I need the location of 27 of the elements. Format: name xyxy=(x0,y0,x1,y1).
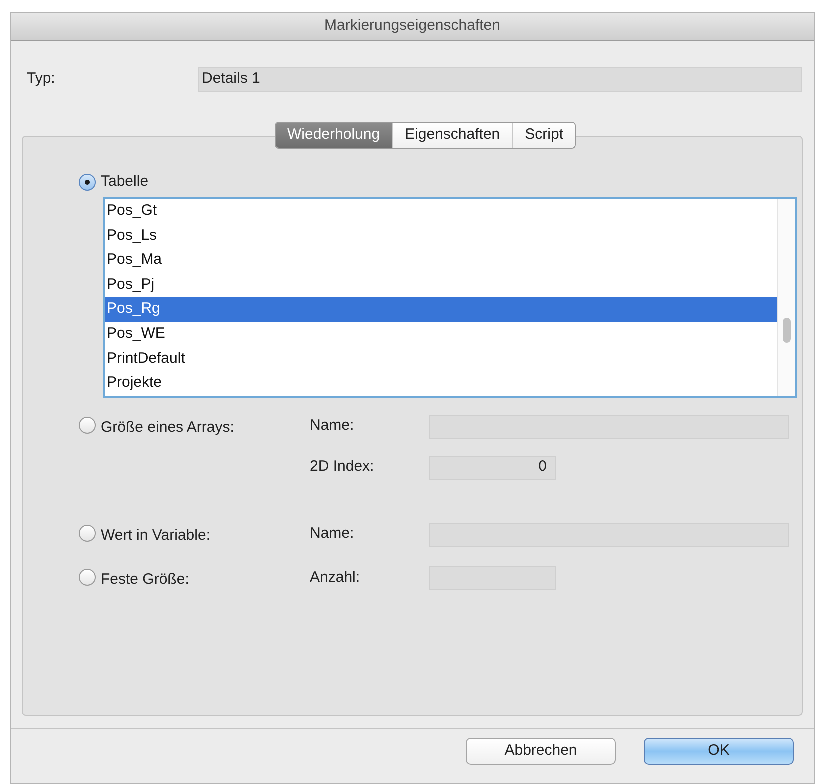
list-item[interactable]: Pos_Pj xyxy=(105,272,777,298)
cancel-button[interactable]: Abbrechen xyxy=(466,738,616,765)
tab[interactable]: Script xyxy=(512,123,576,148)
scrollbar-thumb[interactable] xyxy=(783,318,791,343)
input-field[interactable]: Details 1 xyxy=(198,67,802,92)
tab[interactable]: Eigenschaften xyxy=(392,123,512,148)
radio-label: Tabelle xyxy=(101,172,149,192)
radio-label: Wert in Variable: xyxy=(101,526,210,546)
list-item[interactable]: Pos_Ma xyxy=(105,248,777,273)
list-item[interactable]: Projekte xyxy=(105,371,777,396)
field-label: Name: xyxy=(310,416,356,436)
field-label: Anzahl: xyxy=(310,568,362,588)
input-field[interactable]: 0 xyxy=(429,456,556,480)
list-item[interactable]: Pos_Gt xyxy=(105,199,777,224)
radio-label: Größe eines Arrays: xyxy=(101,418,234,438)
radio-label: Feste Größe: xyxy=(101,570,190,590)
tab[interactable]: Wiederholung xyxy=(276,123,392,148)
list-item[interactable]: Pos_Rg xyxy=(105,297,777,322)
field-label: Typ: xyxy=(27,69,56,90)
ok-button[interactable]: OK xyxy=(644,738,794,765)
list-item[interactable]: Pos_WE xyxy=(105,322,777,347)
scrollbar[interactable] xyxy=(777,199,795,396)
list-item[interactable]: PrintDefault xyxy=(105,346,777,372)
field-label: Name: xyxy=(310,524,356,544)
list-item[interactable]: Pos_Ls xyxy=(105,224,777,248)
field-label: 2D Index: xyxy=(310,457,376,478)
window-title: Markierungseigenschaften xyxy=(324,16,500,36)
